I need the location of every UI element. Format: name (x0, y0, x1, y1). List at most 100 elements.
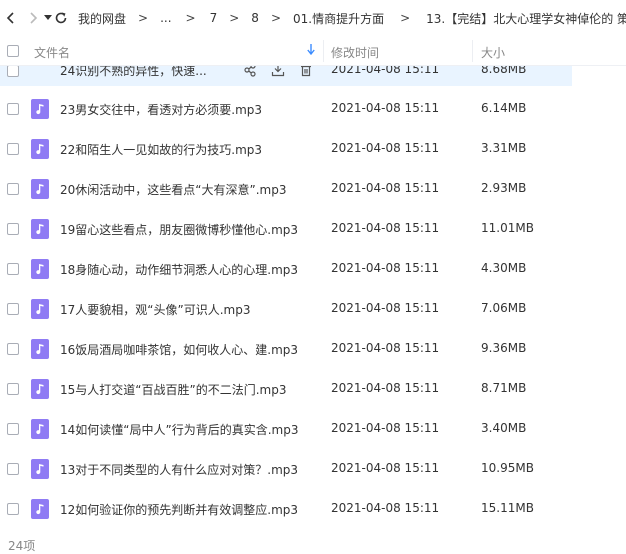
file-modified-time: 2021-04-08 15:11 (331, 421, 440, 435)
file-modified-time: 2021-04-08 15:11 (331, 221, 440, 235)
file-list: 24识别不熟的异性，快速... 2021-04-08 15:11 8.68MB … (0, 66, 626, 532)
file-modified-time: 2021-04-08 15:11 (331, 341, 440, 355)
breadcrumb: 我的网盘 > ... > 7 > 8 > 01.情商提升方面 > 13.【完结】… (78, 10, 626, 27)
music-file-icon (31, 179, 49, 199)
file-name[interactable]: 24识别不熟的异性，快速... (60, 66, 207, 79)
breadcrumb-item[interactable]: 7 (210, 11, 218, 25)
file-size: 3.31MB (481, 141, 527, 155)
music-file-icon (31, 379, 49, 399)
row-checkbox[interactable] (7, 503, 19, 515)
file-row[interactable]: 19留心这些看点，朋友圈微博秒懂他心.mp3 2021-04-08 15:11 … (0, 209, 626, 249)
file-size: 9.36MB (481, 341, 527, 355)
file-name[interactable]: 19留心这些看点，朋友圈微博秒懂他心.mp3 (60, 221, 298, 238)
file-row[interactable]: 24识别不熟的异性，快速... 2021-04-08 15:11 8.68MB (0, 66, 572, 86)
column-divider (323, 40, 324, 62)
file-size: 15.11MB (481, 501, 534, 515)
row-checkbox[interactable] (7, 423, 19, 435)
file-row[interactable]: 23男女交往中，看透对方必须要.mp3 2021-04-08 15:11 6.1… (0, 89, 626, 129)
file-size: 8.71MB (481, 381, 527, 395)
share-icon[interactable] (243, 66, 257, 77)
file-name[interactable]: 12如何验证你的预先判断并有效调整应.mp3 (60, 501, 298, 518)
file-modified-time: 2021-04-08 15:11 (331, 381, 440, 395)
file-size: 6.14MB (481, 101, 527, 115)
row-checkbox[interactable] (7, 183, 19, 195)
file-name[interactable]: 17人要貌相，观“头像”可识人.mp3 (60, 301, 250, 318)
music-file-icon (31, 139, 49, 159)
row-checkbox[interactable] (7, 463, 19, 475)
file-row[interactable]: 22和陌生人一见如故的行为技巧.mp3 2021-04-08 15:11 3.3… (0, 129, 626, 169)
download-icon[interactable] (271, 66, 285, 77)
music-file-icon (31, 299, 49, 319)
file-row[interactable]: 17人要貌相，观“头像”可识人.mp3 2021-04-08 15:11 7.0… (0, 289, 626, 329)
row-checkbox[interactable] (7, 263, 19, 275)
file-size: 7.06MB (481, 301, 527, 315)
row-checkbox[interactable] (7, 383, 19, 395)
music-file-icon (31, 259, 49, 279)
breadcrumb-separator: > (400, 11, 411, 25)
row-checkbox[interactable] (7, 66, 19, 77)
file-size: 3.40MB (481, 421, 527, 435)
select-all-checkbox[interactable] (7, 45, 19, 57)
row-checkbox[interactable] (7, 343, 19, 355)
delete-icon[interactable] (299, 66, 313, 77)
file-row[interactable]: 18身随心动，动作细节洞悉人心的心理.mp3 2021-04-08 15:11 … (0, 249, 626, 289)
music-file-icon (31, 339, 49, 359)
file-name[interactable]: 18身随心动，动作细节洞悉人心的心理.mp3 (60, 261, 298, 278)
breadcrumb-separator: > (229, 11, 240, 25)
music-file-icon (31, 219, 49, 239)
file-size: 10.95MB (481, 461, 534, 475)
file-modified-time: 2021-04-08 15:11 (331, 301, 440, 315)
file-name[interactable]: 13对于不同类型的人有什么应对对策？.mp3 (60, 461, 298, 478)
file-row[interactable]: 20休闲活动中，这些看点“大有深意”.mp3 2021-04-08 15:11 … (0, 169, 626, 209)
file-modified-time: 2021-04-08 15:11 (331, 66, 440, 76)
file-name[interactable]: 20休闲活动中，这些看点“大有深意”.mp3 (60, 181, 286, 198)
file-modified-time: 2021-04-08 15:11 (331, 461, 440, 475)
breadcrumb-separator: > (270, 11, 281, 25)
file-size: 8.68MB (481, 66, 527, 76)
music-file-icon (31, 419, 49, 439)
breadcrumb-item[interactable]: 8 (251, 11, 259, 25)
file-modified-time: 2021-04-08 15:11 (331, 101, 440, 115)
breadcrumb-current[interactable]: 13.【完结】北大心理学女神倬伦的 策 (426, 10, 626, 27)
breadcrumb-item[interactable]: ... (160, 11, 171, 25)
column-size-header[interactable]: 大小 (481, 44, 505, 61)
forward-icon[interactable] (26, 6, 40, 30)
breadcrumb-separator: > (185, 11, 196, 25)
file-row[interactable]: 14如何读懂“局中人”行为背后的真实含.mp3 2021-04-08 15:11… (0, 409, 626, 449)
file-name[interactable]: 23男女交往中，看透对方必须要.mp3 (60, 101, 262, 118)
file-size: 11.01MB (481, 221, 534, 235)
row-checkbox[interactable] (7, 143, 19, 155)
file-row[interactable]: 16饭局酒局咖啡茶馆，如何收人心、建.mp3 2021-04-08 15:11 … (0, 329, 626, 369)
file-row[interactable]: 15与人打交道“百战百胜”的不二法门.mp3 2021-04-08 15:11 … (0, 369, 626, 409)
breadcrumb-item[interactable]: 01.情商提升方面 (293, 10, 384, 27)
column-name-header[interactable]: 文件名 (34, 44, 70, 61)
file-name[interactable]: 15与人打交道“百战百胜”的不二法门.mp3 (60, 381, 286, 398)
file-name[interactable]: 22和陌生人一见如故的行为技巧.mp3 (60, 141, 262, 158)
row-checkbox[interactable] (7, 223, 19, 235)
file-modified-time: 2021-04-08 15:11 (331, 181, 440, 195)
file-row[interactable]: 12如何验证你的预先判断并有效调整应.mp3 2021-04-08 15:11 … (0, 489, 626, 529)
sort-arrow-icon[interactable] (307, 44, 315, 58)
back-icon[interactable] (4, 6, 18, 30)
file-modified-time: 2021-04-08 15:11 (331, 261, 440, 275)
file-size: 4.30MB (481, 261, 527, 275)
file-modified-time: 2021-04-08 15:11 (331, 141, 440, 155)
file-name[interactable]: 14如何读懂“局中人”行为背后的真实含.mp3 (60, 421, 298, 438)
row-checkbox[interactable] (7, 103, 19, 115)
row-checkbox[interactable] (7, 303, 19, 315)
refresh-icon[interactable] (54, 6, 68, 30)
row-actions (243, 66, 313, 77)
music-file-icon (31, 499, 49, 519)
file-name[interactable]: 16饭局酒局咖啡茶馆，如何收人心、建.mp3 (60, 341, 298, 358)
breadcrumb-separator: > (138, 11, 149, 25)
music-file-icon (31, 99, 49, 119)
music-file-icon (31, 459, 49, 479)
file-row[interactable]: 13对于不同类型的人有什么应对对策？.mp3 2021-04-08 15:11 … (0, 449, 626, 489)
column-time-header[interactable]: 修改时间 (331, 44, 379, 61)
breadcrumb-item[interactable]: 我的网盘 (78, 10, 126, 27)
history-dropdown-icon[interactable] (44, 6, 52, 30)
column-divider (472, 40, 473, 62)
list-header: 文件名 修改时间 大小 (0, 36, 626, 66)
file-size: 2.93MB (481, 181, 527, 195)
top-bar: 我的网盘 > ... > 7 > 8 > 01.情商提升方面 > 13.【完结】… (0, 0, 626, 36)
